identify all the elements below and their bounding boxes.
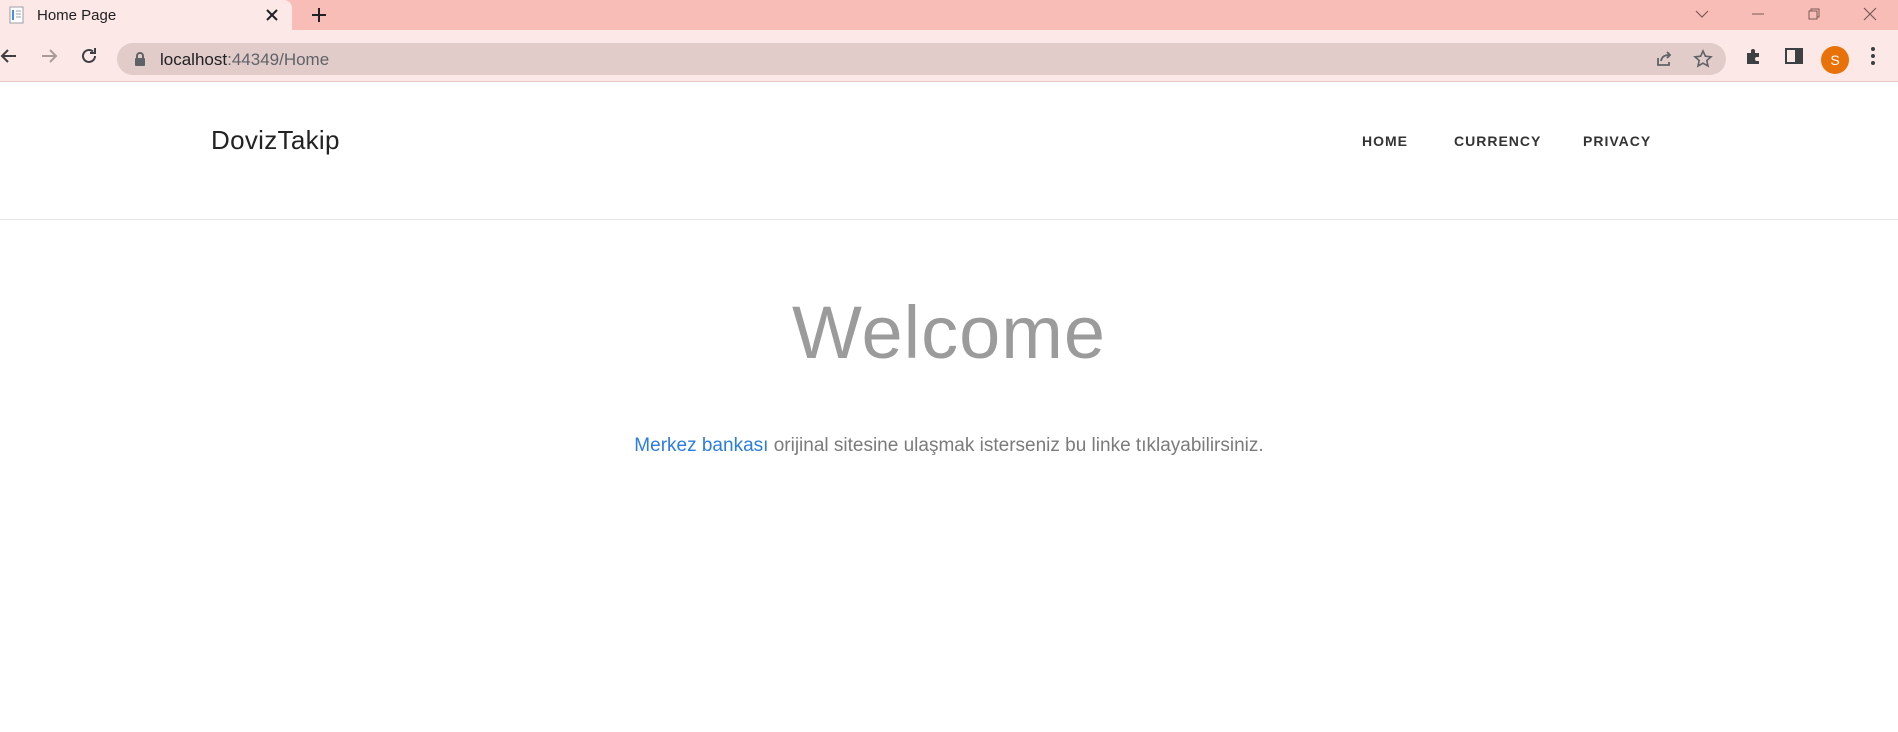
lock-icon[interactable] bbox=[132, 51, 148, 67]
new-tab-icon[interactable] bbox=[307, 3, 331, 27]
site-navbar: DovizTakip HOME CURRENCY PRIVACY bbox=[0, 83, 1898, 220]
bookmark-star-icon[interactable] bbox=[1693, 49, 1713, 69]
tab-close-icon[interactable] bbox=[262, 5, 282, 25]
brand-link[interactable]: DovizTakip bbox=[211, 125, 340, 156]
browser-toolbar: localhost:44349/Home S bbox=[0, 30, 1898, 82]
tab-title: Home Page bbox=[37, 7, 117, 24]
browser-tabstrip: Home Page bbox=[0, 0, 1898, 30]
tab-search-chevron-icon[interactable] bbox=[1680, 0, 1724, 28]
browser-tab-active[interactable]: Home Page bbox=[0, 0, 292, 30]
share-icon[interactable] bbox=[1654, 49, 1674, 69]
profile-avatar[interactable]: S bbox=[1821, 46, 1849, 74]
intro-paragraph: Merkez bankası orijinal sitesine ulaşmak… bbox=[0, 435, 1898, 457]
address-bar[interactable]: localhost:44349/Home bbox=[117, 43, 1726, 75]
nav-currency[interactable]: CURRENCY bbox=[1454, 133, 1541, 149]
nav-home[interactable]: HOME bbox=[1362, 133, 1408, 149]
close-window-icon[interactable] bbox=[1848, 0, 1892, 28]
minimize-icon[interactable] bbox=[1736, 0, 1780, 28]
extensions-puzzle-icon[interactable] bbox=[1743, 45, 1765, 67]
kebab-menu-icon[interactable] bbox=[1862, 45, 1884, 67]
merkez-bankasi-link[interactable]: Merkez bankası bbox=[634, 435, 768, 456]
url-text[interactable]: localhost:44349/Home bbox=[160, 50, 329, 70]
restore-icon[interactable] bbox=[1792, 0, 1836, 28]
nav-privacy[interactable]: PRIVACY bbox=[1583, 133, 1651, 149]
reload-icon[interactable] bbox=[76, 43, 102, 69]
side-panel-icon[interactable] bbox=[1783, 45, 1805, 67]
intro-text: orijinal sitesine ulaşmak isterseniz bu … bbox=[768, 435, 1264, 456]
forward-arrow-icon[interactable] bbox=[36, 43, 62, 69]
page-title: Welcome bbox=[791, 291, 1107, 374]
page-favicon-icon bbox=[8, 6, 26, 24]
back-arrow-icon[interactable] bbox=[0, 43, 22, 69]
